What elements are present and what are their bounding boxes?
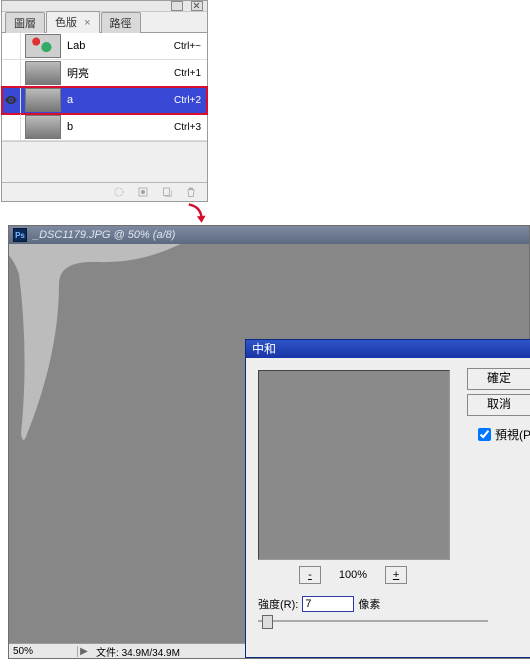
channel-thumb [25, 34, 61, 58]
channel-name: b [65, 121, 174, 133]
slider-thumb[interactable] [262, 615, 273, 629]
channel-shortcut: Ctrl+3 [174, 122, 201, 133]
file-info-value: 34.9M/34.9M [122, 648, 180, 659]
strength-slider[interactable] [258, 614, 488, 628]
new-channel-icon[interactable] [161, 186, 173, 198]
channel-name: a [65, 94, 174, 106]
dialog-preview[interactable] [258, 370, 450, 560]
channel-thumb [25, 61, 61, 85]
dialog-body: - 100% + 強度(R): 像素 確定 取消 預視(P [246, 358, 530, 657]
preview-checkbox-row[interactable]: 預視(P [478, 426, 530, 443]
strength-row: 強度(R): 像素 [258, 596, 518, 612]
preview-checkbox-label: 預視(P [495, 426, 530, 443]
channel-list: Lab Ctrl+~ 明亮 Ctrl+1 a Ctrl+2 b Ctrl+3 [2, 33, 207, 141]
channels-panel: 圖層 色版 × 路徑 Lab Ctrl+~ 明亮 Ctrl+1 a Ctrl+2 [1, 0, 208, 202]
visibility-toggle[interactable] [2, 60, 21, 86]
app-icon: Ps [13, 228, 27, 242]
file-info-label: 文件: [96, 648, 119, 659]
slider-track [258, 620, 488, 622]
document-titlebar[interactable]: Ps _DSC1179.JPG @ 50% (a/8) [9, 226, 529, 244]
tab-channels-label: 色版 [55, 17, 77, 29]
dialog-titlebar[interactable]: 中和 [246, 340, 530, 358]
visibility-toggle[interactable] [2, 114, 21, 140]
close-icon[interactable] [191, 1, 203, 11]
panel-top-bar [2, 1, 207, 12]
dialog-buttons: 確定 取消 預視(P [467, 368, 530, 443]
save-selection-icon[interactable] [137, 186, 149, 198]
file-info: 文件: 34.9M/34.9M [90, 644, 180, 659]
channel-name: 明亮 [65, 65, 174, 81]
tab-close-x[interactable]: × [84, 17, 90, 29]
visibility-toggle[interactable] [2, 33, 21, 59]
load-selection-icon[interactable] [113, 186, 125, 198]
median-dialog: 中和 - 100% + 強度(R): 像素 確定 取消 預視(P [245, 339, 530, 658]
delete-channel-icon[interactable] [185, 186, 197, 198]
minimize-icon[interactable] [171, 1, 183, 11]
preview-checkbox[interactable] [478, 428, 491, 441]
ok-button[interactable]: 確定 [467, 368, 530, 390]
tab-channels[interactable]: 色版 × [46, 11, 100, 33]
channel-shortcut: Ctrl+~ [174, 41, 201, 52]
channel-name: Lab [65, 40, 174, 52]
tab-layers[interactable]: 圖層 [5, 12, 45, 33]
tab-paths[interactable]: 路徑 [101, 12, 141, 33]
eye-icon [4, 93, 18, 107]
document-title: _DSC1179.JPG @ 50% (a/8) [33, 229, 175, 241]
callout-arrow-icon [183, 202, 209, 226]
strength-unit: 像素 [358, 596, 380, 612]
channel-row-lightness[interactable]: 明亮 Ctrl+1 [2, 60, 207, 87]
zoom-in-button[interactable]: + [385, 566, 407, 584]
zoom-out-button[interactable]: - [299, 566, 321, 584]
strength-label: 強度(R): [258, 596, 298, 612]
cancel-button[interactable]: 取消 [467, 394, 530, 416]
channel-row-lab[interactable]: Lab Ctrl+~ [2, 33, 207, 60]
status-arrow-icon[interactable]: ▶ [78, 646, 90, 657]
visibility-toggle[interactable] [2, 87, 21, 113]
channel-thumb [25, 88, 61, 112]
zoom-field[interactable]: 50% [9, 646, 78, 657]
channel-thumb [25, 115, 61, 139]
channel-row-b[interactable]: b Ctrl+3 [2, 114, 207, 141]
panel-empty-area [2, 141, 207, 182]
canvas-content [9, 244, 199, 464]
panel-tabs: 圖層 色版 × 路徑 [2, 12, 207, 33]
panel-footer [2, 182, 207, 201]
channel-shortcut: Ctrl+2 [174, 95, 201, 106]
zoom-percent: 100% [339, 569, 367, 581]
dialog-zoom-row: - 100% + [258, 566, 448, 584]
strength-input[interactable] [302, 596, 354, 612]
channel-shortcut: Ctrl+1 [174, 68, 201, 79]
channel-row-a[interactable]: a Ctrl+2 [2, 87, 207, 114]
